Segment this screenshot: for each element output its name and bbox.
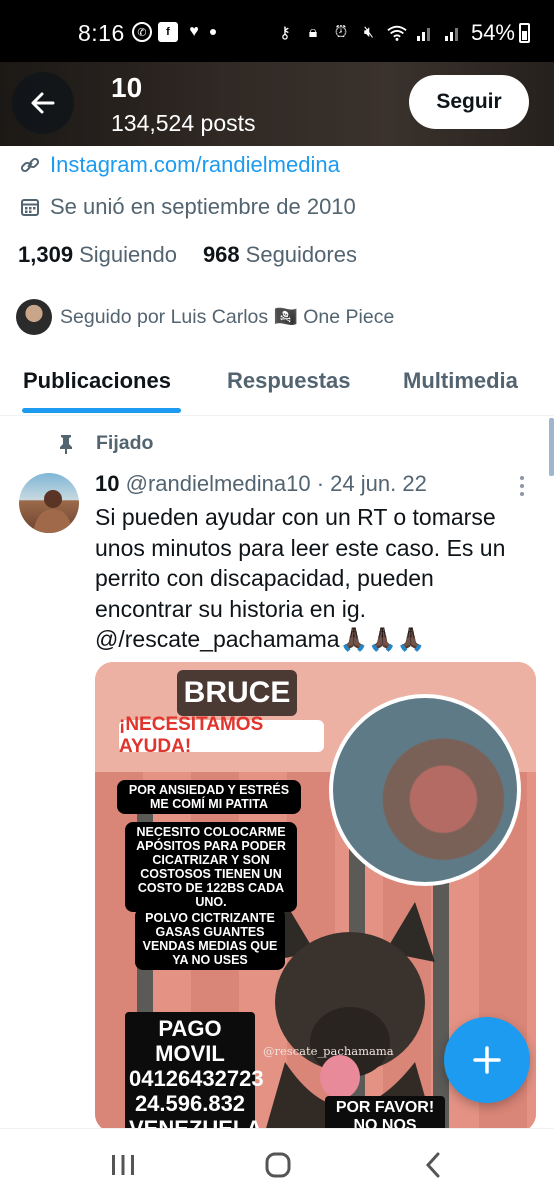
author-handle-date: @randielmedina10 · 24 jun. 22 [125,471,427,496]
following-label: Siguiendo [79,242,177,267]
back-button[interactable] [12,72,74,134]
join-date: Se unió en septiembre de 2010 [50,194,356,219]
more-notifications-dot [210,29,216,35]
image-watermark: @rescate_pachamama [263,1044,394,1058]
image-banner: ¡NECESITAMOS AYUDA! [119,714,324,757]
active-tab-indicator [22,408,181,413]
battery-percent: 54% [470,20,515,45]
key-icon: ⚷ [279,25,291,42]
image-text-3: POLVO CICTRIZANTE GASAS GUANTES VENDAS M… [135,908,285,970]
follow-stats: 1,309 Siguiendo 968 Seguidores [18,242,357,268]
pinned-label: Fijado [58,432,153,455]
more-options-icon[interactable] [514,474,530,498]
header-title: 10 [111,72,143,103]
recent-apps-icon [112,1155,134,1175]
battery-indicator: 54% [471,20,530,46]
plus-icon [473,1046,501,1074]
back-nav-button[interactable] [420,1149,446,1181]
system-icons: ⚷ 🔒︎ ⏰︎ 🔇︎ 54% [275,20,530,46]
following-count: 1,309 [18,242,74,267]
back-arrow-icon [31,92,55,114]
profile-header: 10 134,524 posts Seguir [0,62,554,146]
lock-icon: 🔒︎ [308,24,318,41]
signal-icon [443,23,463,43]
avatar[interactable] [19,473,79,533]
image-text-2: NECESITO COLOCARME APÓSITOS PARA PODER C… [125,822,297,912]
tab-publicaciones[interactable]: Publicaciones [23,368,171,394]
compose-button[interactable] [444,1017,530,1103]
tweet-header: 10 @randielmedina10 · 24 jun. 22 [95,471,427,497]
facebook-icon: f [158,22,178,42]
author-name[interactable]: 10 [95,471,119,496]
tab-respuestas[interactable]: Respuestas [227,368,351,394]
payment-info: PAGO MOVIL 04126432723 24.596.832 VENEZU… [125,1012,264,1132]
home-icon [265,1152,291,1178]
system-navigation-bar [0,1128,554,1200]
whatsapp-icon: ✆ [132,22,152,42]
profile-link[interactable]: Instagram.com/randielmedina [50,152,340,178]
image-title: BRUCE [177,670,297,716]
followers-label: Seguidores [245,242,357,267]
signal-icon [415,23,435,43]
calendar-icon [21,199,39,216]
profile-screen: 8:16 ✆ f ♥ ⚷ 🔒︎ ⏰︎ 🔇︎ 54% 10 134,524 pos… [0,0,554,1200]
scrollbar[interactable] [549,418,554,476]
alarm-icon: ⏰︎ [334,24,348,41]
followers-count: 968 [202,242,240,267]
chevron-left-icon [425,1152,440,1178]
tab-multimedia[interactable]: Multimedia [403,368,518,394]
profile-tabs: Publicaciones Respuestas Multimedia [0,350,554,416]
followed-by-text: Seguido por Luis Carlos 🏴‍☠️ One Piece [60,306,395,328]
link-icon [20,157,40,173]
tweet-text: Si pueden ayudar con un RT o tomarse uno… [95,504,506,652]
notification-icons: ✆ f ♥ [132,22,216,42]
status-time: 8:16 [78,20,125,46]
wifi-icon [387,23,407,43]
followed-by[interactable]: Seguido por Luis Carlos 🏴‍☠️ One Piece [16,299,394,335]
following-stat[interactable]: 1,309 Siguiendo [18,242,177,268]
profile-link-row: Instagram.com/randielmedina [20,152,340,178]
followers-stat[interactable]: 968 Seguidores [203,242,357,268]
pin-icon [60,434,72,454]
injured-paw-photo [329,694,521,886]
join-date-row: Se unió en septiembre de 2010 [20,194,356,220]
home-button[interactable] [262,1149,294,1181]
post-count: 134,524 posts [111,110,256,136]
recent-apps-button[interactable] [108,1149,138,1181]
follower-avatar [16,299,52,335]
image-text-1: POR ANSIEDAD Y ESTRÉS ME COMÍ MI PATITA [117,780,301,814]
pinned-text: Fijado [96,432,154,454]
mute-icon: 🔇︎ [363,24,374,41]
battery-icon [519,23,530,43]
follow-button[interactable]: Seguir [409,75,529,129]
status-bar: 8:16 ✆ f ♥ ⚷ 🔒︎ ⏰︎ 🔇︎ 54% [0,0,554,62]
image-plea: POR FAVOR! NO NOS ABANDONEN💜 [325,1096,445,1132]
heart-check-icon: ♥ [189,23,199,40]
